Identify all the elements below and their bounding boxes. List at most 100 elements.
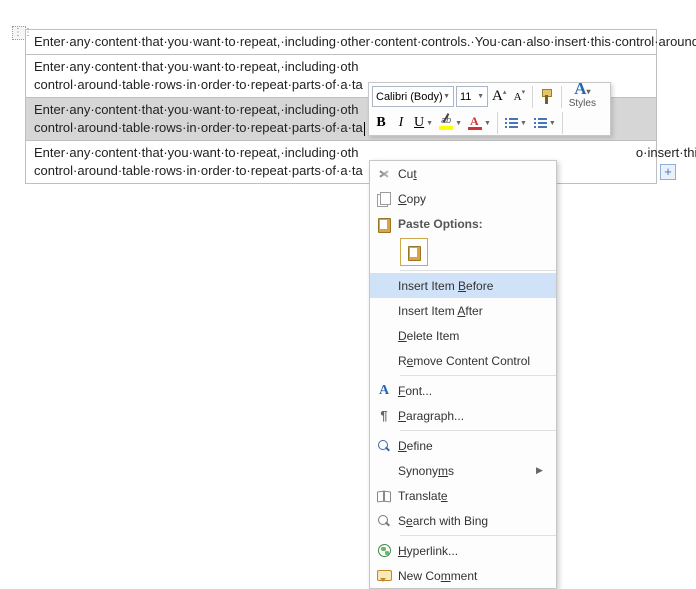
submenu-arrow-icon: ▶ [536,465,548,476]
shrink-font-icon: A [514,91,522,103]
cut-icon [377,167,391,181]
separator [532,86,533,108]
menu-label: Hyperlink... [398,544,458,558]
context-menu: Cut Copy Paste Options: Insert Item Befo… [369,160,557,589]
menu-item-insert-after[interactable]: Insert Item After [370,298,556,323]
shrink-font-button[interactable]: A▾ [510,86,528,108]
menu-label: Delete Item [398,329,459,343]
font-color-button[interactable]: ▼ [466,112,493,134]
hyperlink-icon [378,544,391,557]
font-size-combo[interactable]: 11 ▼ [456,86,488,107]
menu-item-cut[interactable]: Cut [370,161,556,186]
paragraph-icon: ¶ [380,408,387,423]
font-name-value: Calibri (Body) [376,91,443,103]
menu-label: Remove Content Control [398,354,530,368]
menu-separator [400,375,556,376]
highlight-button[interactable]: ▼ [437,112,464,134]
menu-label: Font... [398,384,432,398]
underline-icon: U [414,115,424,131]
menu-label: Insert Item After [398,304,483,318]
menu-item-remove-content-control[interactable]: Remove Content Control [370,348,556,373]
paste-keep-text-button[interactable] [400,238,428,266]
numbered-list-button[interactable]: ▼ [531,112,558,134]
menu-label: Translate [398,489,448,503]
font-icon: A [379,383,389,399]
chevron-down-icon: ▼ [455,120,462,127]
font-color-icon [468,115,482,131]
menu-label: Cut [398,167,417,181]
menu-item-new-comment[interactable]: New Comment [370,563,556,588]
styles-icon: A▾ [574,83,590,98]
styles-button[interactable]: A▾ Styles [566,86,598,108]
format-painter-icon [539,88,555,106]
menu-label: Insert Item Before [398,279,493,293]
content-control-handle[interactable]: ⋮⋮ [12,26,26,40]
menu-label: Search with Bing [398,514,488,528]
menu-item-synonyms[interactable]: Synonyms ▶ [370,458,556,483]
translate-icon [377,490,391,502]
row-text-tail: o·insert·this· [636,145,696,160]
chevron-down-icon: ▾ [522,88,526,96]
table-row[interactable]: Enter·any·content·that·you·want·to·repea… [26,30,656,55]
bold-icon: B [376,115,385,131]
row-text-l1: Enter·any·content·that·you·want·to·repea… [34,102,358,117]
menu-label: Paragraph... [398,409,464,423]
separator [561,86,562,108]
clipboard-icon [377,216,391,232]
chevron-down-icon: ▼ [520,120,527,127]
numbered-list-icon [533,116,547,130]
text-cursor [364,122,365,136]
menu-label: New Comment [398,569,477,583]
menu-separator [400,535,556,536]
highlight-icon [439,115,453,131]
italic-icon: I [399,115,404,131]
bullet-list-button[interactable]: ▼ [502,112,529,134]
separator [497,112,498,134]
menu-label: Paste Options: [398,217,548,231]
row-text-l2: control·around·table·rows·in·order·to·re… [34,120,363,135]
grow-font-button[interactable]: A▴ [490,86,508,108]
bold-button[interactable]: B [372,112,390,134]
font-name-combo[interactable]: Calibri (Body)▼ [372,86,454,107]
plus-icon: + [664,164,672,179]
menu-label: Copy [398,192,426,206]
paste-options-gallery [370,236,556,268]
menu-item-search-bing[interactable]: Search with Bing [370,508,556,533]
chevron-up-icon: ▴ [503,88,507,96]
italic-button[interactable]: I [392,112,410,134]
underline-button[interactable]: U▼ [412,112,435,134]
define-icon [377,439,391,453]
bullet-list-icon [504,116,518,130]
row-text-l2: control·around·table·rows·in·order·to·re… [34,77,363,92]
chevron-down-icon: ▼ [426,120,433,127]
mini-toolbar: Calibri (Body)▼ 11▼ A▴ A▾ A▾ Styles B I … [368,82,611,136]
grow-font-icon: A [492,88,503,105]
row-text: Enter·any·content·that·you·want·to·repea… [34,34,696,49]
format-painter-button[interactable] [537,86,557,108]
menu-separator [400,430,556,431]
chevron-down-icon: ▼ [484,120,491,127]
menu-item-translate[interactable]: Translate [370,483,556,508]
menu-separator [400,270,556,271]
font-size-value: 11 [460,91,471,103]
separator [562,112,563,134]
menu-label: Synonyms [398,464,454,478]
menu-label: Define [398,439,433,453]
chevron-down-icon: ▼ [477,93,484,100]
row-text-l1: Enter·any·content·that·you·want·to·repea… [34,59,358,74]
chevron-down-icon: ▼ [549,120,556,127]
menu-item-delete-item[interactable]: Delete Item [370,323,556,348]
copy-icon [377,192,391,206]
menu-item-paragraph[interactable]: ¶ Paragraph... [370,403,556,428]
menu-item-hyperlink[interactable]: Hyperlink... [370,538,556,563]
menu-item-copy[interactable]: Copy [370,186,556,211]
menu-header-paste-options: Paste Options: [370,211,556,236]
chevron-down-icon: ▼ [443,93,450,100]
menu-item-define[interactable]: Define [370,433,556,458]
menu-item-insert-before[interactable]: Insert Item Before [370,273,556,298]
menu-item-font[interactable]: A Font... [370,378,556,403]
row-text-l1: Enter·any·content·that·you·want·to·repea… [34,145,358,160]
table-row[interactable]: Enter·any·content·that·you·want·to·repea… [26,141,656,183]
add-row-handle[interactable]: + [660,164,676,180]
search-icon [377,514,391,528]
